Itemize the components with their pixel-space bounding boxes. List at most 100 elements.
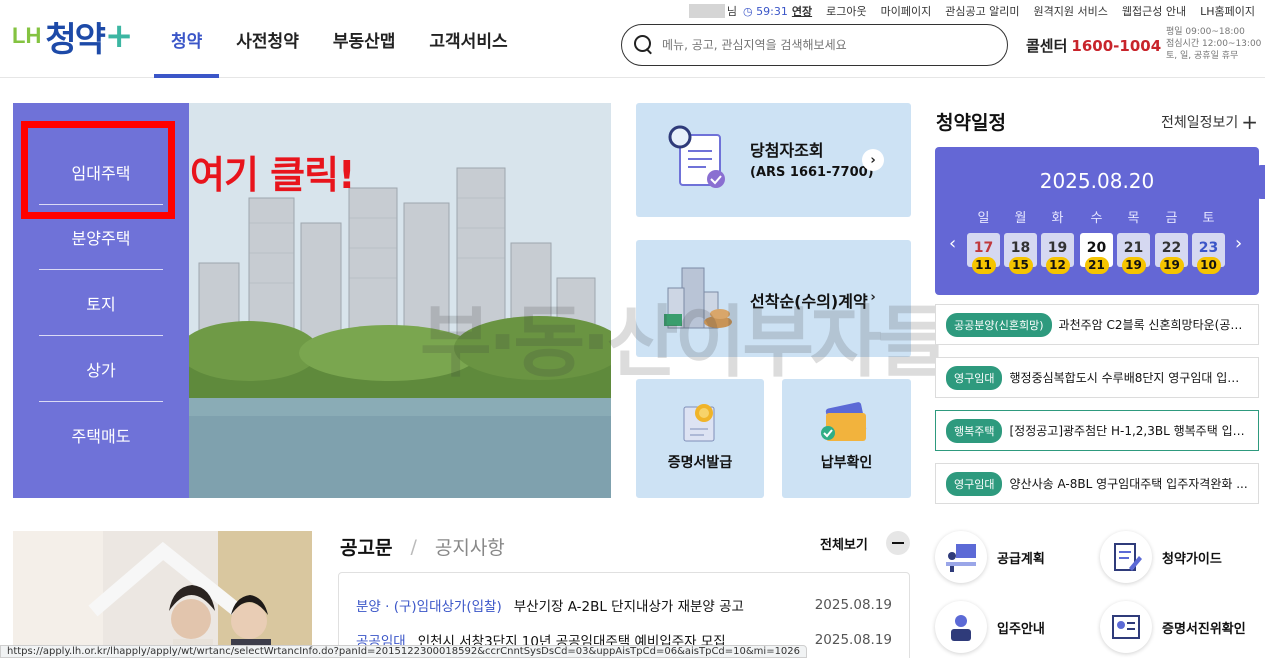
alert-link[interactable]: 관심공고 알리미 <box>945 3 1019 19</box>
notice-title: 과천주암 C2블록 신혼희망타운(공공... <box>1058 318 1248 332</box>
calendar-day[interactable]: 화 19 12 <box>1041 207 1074 274</box>
certificate-verify-shortcut[interactable]: 증명서진위확인 <box>1100 601 1246 653</box>
schedule-notice-item[interactable]: 영구임대 양산사송 A-8BL 영구임대주택 입주자격완화 ... <box>935 463 1259 504</box>
document-search-icon <box>668 125 725 188</box>
first-come-contract-card[interactable]: 선착순(수의)계약 › <box>636 240 911 357</box>
logo-prefix: LH <box>12 23 42 48</box>
chevron-right-icon[interactable]: › <box>862 149 884 171</box>
schedule-notice-item[interactable]: 행복주택 [정정공고]광주첨단 H-1,2,3BL 행복주택 입주... <box>935 410 1259 451</box>
move-in-guide-label: 입주안내 <box>997 621 1045 637</box>
calendar-day[interactable]: 목 21 19 <box>1117 207 1150 274</box>
mypage-link[interactable]: 마이페이지 <box>881 3 932 19</box>
chevron-right-icon[interactable]: › <box>862 286 884 308</box>
extend-session-button[interactable]: 연장 <box>792 3 812 19</box>
winner-lookup-ars: (ARS 1661-7700) <box>750 165 874 180</box>
remote-support-link[interactable]: 원격지원 서비스 <box>1034 3 1108 19</box>
day-of-week: 일 <box>977 211 990 226</box>
call-center-number: 1600-1004 <box>1071 37 1162 55</box>
tab-notices[interactable]: 공지사항 <box>435 533 505 560</box>
subscription-guide-label: 청약가이드 <box>1162 551 1222 567</box>
certificate-verify-label: 증명서진위확인 <box>1162 621 1246 637</box>
accessibility-link[interactable]: 웹접근성 안내 <box>1122 3 1186 19</box>
notice-title: [정정공고]광주첨단 H-1,2,3BL 행복주택 입주... <box>1009 424 1248 438</box>
search-bar[interactable] <box>621 24 1008 66</box>
view-all-schedule-link[interactable]: 전체일정보기 + <box>1161 110 1258 134</box>
board-row[interactable]: 분양 · (구)임대상가(입찰) 부산기장 A-2BL 단지내상가 재분양 공고… <box>356 594 892 616</box>
browser-status-url: https://apply.lh.or.kr/lhapply/apply/wt/… <box>0 645 808 658</box>
day-of-week: 목 <box>1127 211 1140 226</box>
person-card-icon <box>935 601 987 653</box>
board-title: 부산기장 A-2BL 단지내상가 재분양 공고 <box>513 599 744 615</box>
search-input[interactable] <box>662 38 982 52</box>
menu-sale-housing[interactable]: 분양주택 <box>39 204 163 270</box>
certificate-issue-card[interactable]: 증명서발급 <box>636 379 764 498</box>
notice-badge: 영구임대 <box>946 471 1003 496</box>
masked-username <box>688 4 725 18</box>
supply-plan-label: 공급계획 <box>997 551 1045 567</box>
view-all-board-link[interactable]: 전체보기 <box>820 534 868 553</box>
search-icon[interactable] <box>634 35 654 55</box>
housing-type-menu: 임대주택 분양주택 토지 상가 주택매도 <box>13 103 189 498</box>
board-category: 분양 · (구)임대상가(입찰) <box>356 599 502 615</box>
board-date: 2025.08.19 <box>814 632 892 648</box>
user-suffix: 님 <box>726 5 738 18</box>
nav-item-pre-subscription[interactable]: 사전청약 <box>219 0 316 78</box>
certificate-issue-title: 증명서발급 <box>667 455 733 471</box>
payment-check-card[interactable]: 납부확인 <box>782 379 911 498</box>
calendar-day[interactable]: 토 23 10 <box>1192 207 1225 274</box>
notice-badge: 영구임대 <box>946 365 1003 390</box>
apartment-building-icon <box>664 267 732 329</box>
view-all-schedule-label: 전체일정보기 <box>1161 115 1239 131</box>
hours-closed: 토, 일, 공휴일 휴무 <box>1166 51 1239 61</box>
menu-commercial[interactable]: 상가 <box>39 336 163 402</box>
minus-icon[interactable] <box>886 531 910 555</box>
lh-home-link[interactable]: LH홈페이지 <box>1200 3 1255 19</box>
click-here-annotation: 여기 클릭! <box>190 153 355 197</box>
call-center-label: 콜센터 <box>1026 37 1068 55</box>
lh-logo[interactable]: LH 청약 + <box>12 12 133 60</box>
menu-rental-housing[interactable]: 임대주택 <box>39 139 163 205</box>
menu-land[interactable]: 토지 <box>39 270 163 336</box>
logout-link[interactable]: 로그아웃 <box>826 3 866 19</box>
nav-item-real-estate-map[interactable]: 부동산맵 <box>316 0 413 78</box>
payment-check-title: 납부확인 <box>820 455 873 471</box>
day-count-badge: 11 <box>971 257 996 274</box>
nav-item-customer-service[interactable]: 고객서비스 <box>412 0 524 78</box>
schedule-notice-item[interactable]: 영구임대 행정중심복합도시 수루배8단지 영구임대 입주... <box>935 357 1259 398</box>
calendar-day[interactable]: 일 17 11 <box>967 207 1000 274</box>
clock-icon: ◷ <box>743 4 753 18</box>
calendar-day[interactable]: 금 22 19 <box>1155 207 1188 274</box>
logo-plus-icon: + <box>104 16 134 56</box>
calendar-day[interactable]: 월 18 15 <box>1004 207 1037 274</box>
calendar-day-today[interactable]: 수 20 21 <box>1080 207 1113 274</box>
tab-announcements[interactable]: 공고문 <box>337 533 395 560</box>
nav-item-subscription[interactable]: 청약 <box>154 0 220 78</box>
tab-divider: / <box>410 535 417 558</box>
logo-name: 청약 <box>45 19 106 60</box>
couple-house-illustration <box>13 531 312 658</box>
menu-housing-sale[interactable]: 주택매도 <box>39 402 163 468</box>
first-come-contract-title: 선착순(수의)계약 <box>750 292 868 311</box>
session-timer-value: 59:31 <box>756 4 788 18</box>
schedule-notice-item[interactable]: 공공분양(신혼희망) 과천주암 C2블록 신혼희망타운(공공... <box>935 304 1259 345</box>
promo-banner-image[interactable] <box>13 531 312 658</box>
schedule-title: 청약일정 <box>936 112 1006 134</box>
certificate-icon <box>683 404 715 442</box>
site-header: LH 청약 + 청약 사전청약 부동산맵 고객서비스 님 ◷ 59:31 연장 … <box>0 0 1265 78</box>
verify-document-icon <box>1100 601 1152 653</box>
day-count-badge: 15 <box>1008 257 1033 274</box>
calendar-next-icon[interactable]: › <box>1235 233 1242 254</box>
calendar-prev-icon[interactable]: ‹ <box>949 233 956 254</box>
day-of-week: 토 <box>1202 211 1215 226</box>
side-panel-toggle[interactable] <box>1255 165 1265 199</box>
supply-plan-shortcut[interactable]: 공급계획 <box>935 531 1045 583</box>
winner-lookup-card[interactable]: 당첨자조회 (ARS 1661-7700) › <box>636 103 911 217</box>
subscription-guide-shortcut[interactable]: 청약가이드 <box>1100 531 1222 583</box>
day-of-week: 화 <box>1051 211 1064 226</box>
plus-icon: + <box>1241 110 1259 134</box>
move-in-guide-shortcut[interactable]: 입주안내 <box>935 601 1045 653</box>
call-center-hours: 평일 09:00~18:00 점심시간 12:00~13:00 토, 일, 공휴… <box>1166 26 1261 62</box>
day-of-week: 금 <box>1165 211 1178 226</box>
board-date: 2025.08.19 <box>814 597 892 613</box>
day-count-badge: 10 <box>1196 257 1221 274</box>
